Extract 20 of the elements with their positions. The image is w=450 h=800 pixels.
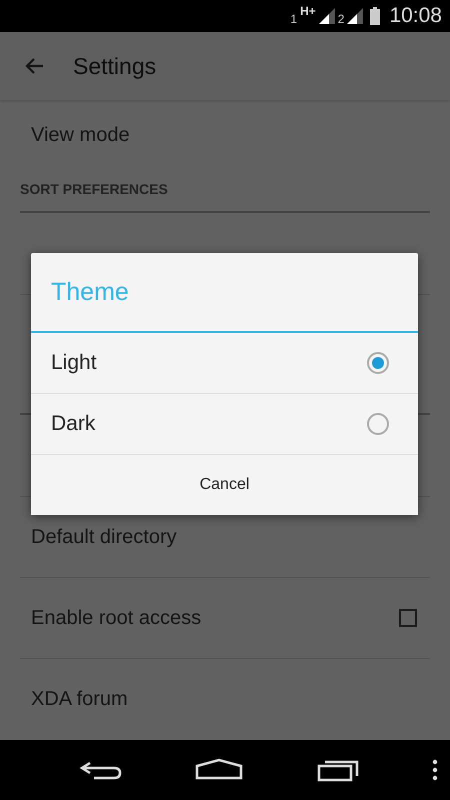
clock: 10:08 bbox=[389, 4, 442, 28]
sim-label: 2 bbox=[338, 12, 344, 26]
section-header: SORT PREFERENCES bbox=[20, 170, 430, 213]
dialog-title: Theme bbox=[31, 253, 418, 333]
signal-icon bbox=[347, 8, 364, 24]
setting-label: Enable root access bbox=[31, 606, 202, 630]
theme-option[interactable]: Light bbox=[31, 333, 418, 394]
cancel-button[interactable]: Cancel bbox=[31, 455, 418, 515]
option-label: Dark bbox=[51, 412, 96, 436]
screen-title: Settings bbox=[73, 52, 156, 80]
sim-label: 1 bbox=[290, 12, 298, 26]
overflow-menu-icon[interactable] bbox=[432, 759, 438, 781]
checkbox[interactable] bbox=[399, 609, 417, 627]
signal-icon bbox=[318, 8, 335, 24]
option-label: Light bbox=[51, 351, 97, 375]
battery-icon bbox=[370, 7, 380, 25]
network-label: H+ bbox=[300, 4, 316, 18]
radio-button[interactable] bbox=[367, 352, 389, 374]
home-icon[interactable] bbox=[194, 758, 243, 782]
radio-button[interactable] bbox=[367, 413, 389, 435]
